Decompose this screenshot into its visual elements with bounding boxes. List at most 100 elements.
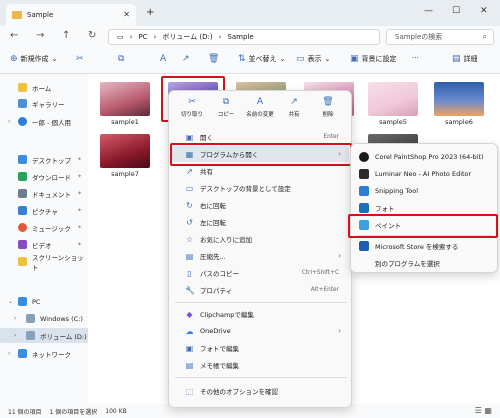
rotate-right-icon: ↻: [186, 200, 193, 210]
breadcrumb-pc[interactable]: PC: [138, 33, 147, 41]
delete-action[interactable]: 🗑 削除: [311, 95, 345, 125]
new-tab-button[interactable]: +: [146, 7, 154, 18]
pin-icon: ✦: [76, 190, 82, 197]
chevron-right-icon: ›: [338, 327, 341, 335]
view-toggle-icons[interactable]: ☰ ▦: [475, 406, 492, 415]
submenu-item-paintshop[interactable]: Corel PaintShop Pro 2023 (64-bit): [353, 148, 497, 165]
thumbnail-sample1[interactable]: [100, 82, 150, 116]
chevron-right-icon[interactable]: ›: [14, 315, 16, 322]
share-action[interactable]: ↗ 共有: [277, 95, 311, 125]
set-background-button[interactable]: ▣ 背景に設定: [350, 54, 397, 64]
menu-item-favorite[interactable]: ☆ お気に入りに追加: [171, 231, 349, 247]
sidebar-item-windows-c[interactable]: › Windows (C:): [0, 311, 88, 326]
sidebar-item-onedrive[interactable]: › 一郎 - 個人用: [0, 114, 88, 129]
action-label: 名前の変更: [246, 112, 274, 118]
view-icon: ▭: [296, 54, 305, 64]
video-icon: [18, 240, 27, 249]
cut-action[interactable]: ✂ 切り取り: [175, 95, 209, 125]
gallery-icon: [18, 99, 27, 108]
sort-label: 並べ替え: [248, 55, 277, 63]
sidebar-item-label: ボリューム (D:): [40, 332, 87, 341]
thumbnail-sample7[interactable]: [100, 134, 150, 168]
more-button[interactable]: ···: [412, 54, 419, 62]
sidebar-item-label: ギャラリー: [32, 100, 65, 109]
sidebar-item-pc[interactable]: ⌄ PC: [0, 294, 88, 309]
sidebar-item-desktop[interactable]: デスクトップ ✦: [0, 152, 88, 167]
more-options-icon: ⬚: [185, 386, 194, 396]
menu-item-set-background[interactable]: ▭ デスクトップの背景として設定: [171, 180, 349, 196]
sidebar-item-pictures[interactable]: ピクチャ ✦: [0, 203, 88, 218]
menu-item-label: 左に回転: [200, 219, 226, 227]
copy-icon[interactable]: ⧉: [118, 54, 124, 64]
sidebar-item-music[interactable]: ミュージック ✦: [0, 220, 88, 235]
submenu-item-snipping-tool[interactable]: Snipping Tool: [353, 182, 497, 199]
pin-icon: ✦: [76, 207, 82, 214]
search-input[interactable]: Sampleの検索 ⌕: [386, 29, 494, 45]
menu-item-properties[interactable]: 🔧 プロパティ Alt+Enter: [171, 282, 349, 298]
close-window-button[interactable]: ✕: [480, 6, 488, 16]
menu-item-label: デスクトップの背景として設定: [200, 185, 291, 193]
menu-item-copy-path[interactable]: ▯ パスのコピー Ctrl+Shift+C: [171, 265, 349, 281]
sort-button[interactable]: ⇅ 並べ替え ⌄: [238, 54, 285, 64]
submenu-item-store[interactable]: Microsoft Store を検索する: [353, 237, 497, 254]
chevron-right-icon[interactable]: ›: [8, 118, 10, 125]
desktop-icon: [18, 155, 27, 164]
sidebar-item-label: ホーム: [32, 84, 52, 93]
music-icon: [18, 223, 27, 232]
up-button[interactable]: ↑: [62, 30, 70, 41]
sidebar-item-videos[interactable]: ビデオ ✦: [0, 237, 88, 252]
store-icon: [359, 240, 369, 251]
menu-item-onedrive[interactable]: ☁ OneDrive ›: [171, 323, 349, 339]
submenu-item-label: Corel PaintShop Pro 2023 (64-bit): [375, 152, 484, 161]
view-button[interactable]: ▭ 表示 ⌄: [296, 54, 330, 64]
rename-action[interactable]: A 名前の変更: [243, 95, 277, 125]
menu-item-label: メモ帳で編集: [200, 362, 239, 370]
breadcrumb-volume[interactable]: ボリューム (D:): [162, 32, 212, 42]
copy-action[interactable]: ⧉ コピー: [209, 95, 243, 125]
sidebar-item-network[interactable]: › ネットワーク: [0, 346, 88, 361]
submenu-item-choose-app[interactable]: 別のプログラムを選択: [353, 254, 497, 271]
tab-sample[interactable]: Sample ✕: [6, 4, 136, 26]
submenu-item-label: フォト: [375, 204, 395, 213]
share-icon[interactable]: ↗: [182, 54, 190, 64]
chevron-right-icon[interactable]: ›: [8, 350, 10, 357]
tab-close-icon[interactable]: ✕: [123, 10, 130, 19]
menu-item-rotate-right[interactable]: ↻ 右に回転: [171, 197, 349, 213]
cut-icon: ✂: [188, 97, 196, 107]
minimize-button[interactable]: —: [424, 6, 433, 16]
chevron-down-icon: ⌄: [51, 55, 58, 63]
refresh-button[interactable]: ↻: [88, 30, 96, 41]
thumbnail-sample6[interactable]: [434, 82, 484, 116]
sidebar-item-documents[interactable]: ドキュメント ✦: [0, 186, 88, 201]
path-breadcrumb[interactable]: ▭ › PC › ボリューム (D:) › Sample: [108, 29, 380, 45]
chevron-down-icon[interactable]: ⌄: [8, 298, 13, 305]
sidebar-item-volume-d[interactable]: › ボリューム (D:): [0, 328, 88, 343]
details-button[interactable]: ▤ 詳細: [452, 54, 478, 64]
submenu-item-luminar[interactable]: Luminar Neo - AI Photo Editor: [353, 165, 497, 182]
menu-shortcut: Ctrl+Shift+C: [301, 270, 339, 276]
menu-item-rotate-left[interactable]: ↺ 左に回転: [171, 214, 349, 230]
menu-separator: [175, 377, 347, 378]
menu-item-clipchamp[interactable]: ◆ Clipchampで編集: [171, 306, 349, 322]
maximize-button[interactable]: ☐: [452, 6, 460, 16]
sidebar-item-downloads[interactable]: ダウンロード ✦: [0, 169, 88, 184]
menu-item-edit-notepad[interactable]: ▤ メモ帳で編集: [171, 357, 349, 373]
sidebar-item-screenshots[interactable]: スクリーンショット: [0, 254, 88, 272]
cut-icon[interactable]: ✂: [76, 54, 84, 64]
rename-icon[interactable]: A: [160, 54, 166, 64]
forward-button[interactable]: →: [36, 30, 44, 41]
menu-item-label: 圧縮先...: [200, 253, 226, 261]
menu-item-compress[interactable]: ▤ 圧縮先... ›: [171, 248, 349, 264]
chevron-right-icon[interactable]: ›: [14, 332, 16, 339]
thumbnail-sample5[interactable]: [368, 82, 418, 116]
menu-item-label: その他のオプションを確認: [200, 388, 278, 396]
sidebar-item-home[interactable]: ホーム: [0, 80, 88, 95]
menu-item-edit-photos[interactable]: ▣ フォトで編集: [171, 340, 349, 356]
menu-item-more-options[interactable]: ⬚ その他のオプションを確認: [171, 383, 349, 399]
menu-item-label: パスのコピー: [200, 270, 239, 278]
new-button[interactable]: ⊕ 新規作成 ⌄: [10, 54, 57, 64]
delete-icon[interactable]: 🗑: [208, 54, 219, 64]
sidebar-item-gallery[interactable]: ギャラリー: [0, 96, 88, 111]
breadcrumb-folder[interactable]: Sample: [227, 33, 253, 41]
back-button[interactable]: ←: [10, 30, 18, 41]
